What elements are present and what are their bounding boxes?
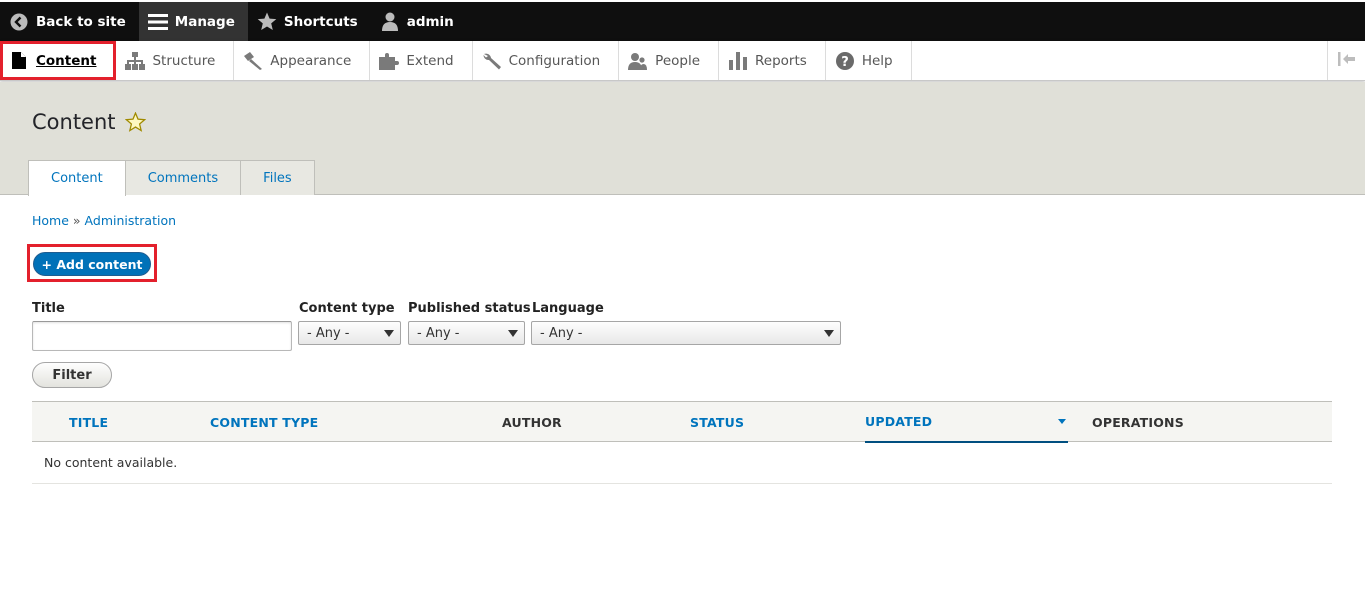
empty-table-message: No content available. xyxy=(44,455,178,470)
th-content-type[interactable]: CONTENT TYPE xyxy=(210,402,318,442)
manage-label: Manage xyxy=(174,13,235,30)
user-icon xyxy=(380,12,400,32)
table-row: No content available. xyxy=(32,442,1332,484)
sort-descending-icon xyxy=(1058,419,1066,424)
breadcrumb-separator: » xyxy=(72,213,81,228)
user-label: admin xyxy=(406,13,454,30)
tray-item-configuration[interactable]: Configuration xyxy=(473,41,620,80)
user-menu[interactable]: admin xyxy=(371,2,467,41)
breadcrumb-home[interactable]: Home xyxy=(32,213,69,228)
svg-text:?: ? xyxy=(841,55,849,70)
published-status-label: Published status xyxy=(408,301,531,316)
tray-item-reports[interactable]: Reports xyxy=(719,41,826,80)
table-header: TITLE CONTENT TYPE AUTHOR STATUS UPDATED… xyxy=(32,401,1332,443)
chevron-down-icon xyxy=(508,330,518,337)
tray-item-label: People xyxy=(655,52,701,69)
paintbrush-icon xyxy=(243,51,263,71)
th-author: AUTHOR xyxy=(502,414,562,430)
tray-item-label: Structure xyxy=(152,52,216,69)
primary-tabs: Content Comments Files xyxy=(28,160,315,196)
help-icon: ? xyxy=(835,51,855,71)
content-type-label: Content type xyxy=(299,301,395,316)
language-value: - Any - xyxy=(540,325,583,341)
tray-item-appearance[interactable]: Appearance xyxy=(234,41,371,80)
tray-item-label: Configuration xyxy=(508,52,601,69)
breadcrumb-administration[interactable]: Administration xyxy=(85,213,176,228)
chevron-left-circle-icon xyxy=(9,12,29,32)
filter-button[interactable]: Filter xyxy=(32,362,112,388)
puzzle-icon xyxy=(379,51,400,71)
breadcrumb: Home » Administration xyxy=(32,213,176,228)
page-title: Content xyxy=(32,110,146,134)
file-icon xyxy=(9,51,29,71)
th-title[interactable]: TITLE xyxy=(69,402,108,442)
wrench-icon xyxy=(482,51,502,71)
published-status-value: - Any - xyxy=(417,325,460,341)
shortcuts-menu[interactable]: Shortcuts xyxy=(248,2,371,41)
shortcuts-label: Shortcuts xyxy=(283,13,358,30)
tab-content[interactable]: Content xyxy=(28,160,126,196)
th-updated-label: UPDATED xyxy=(865,414,933,429)
collapse-left-icon xyxy=(1337,51,1356,70)
admin-tray: Content Structure Appearance Extend Conf… xyxy=(0,41,1365,81)
title-filter-input[interactable] xyxy=(32,321,292,351)
page-title-text: Content xyxy=(32,110,116,134)
manage-menu[interactable]: Manage xyxy=(138,2,248,41)
tray-item-label: Reports xyxy=(755,52,807,69)
chevron-down-icon xyxy=(384,330,394,337)
tray-item-structure[interactable]: Structure xyxy=(116,41,235,80)
tray-item-label: Help xyxy=(861,52,893,69)
tab-files[interactable]: Files xyxy=(240,160,315,195)
content-type-select[interactable]: - Any - xyxy=(298,321,401,345)
back-to-site-link[interactable]: Back to site xyxy=(0,2,139,41)
title-filter-label: Title xyxy=(32,301,65,316)
bar-chart-icon xyxy=(728,51,748,71)
hamburger-icon xyxy=(147,12,168,32)
tray-item-extend[interactable]: Extend xyxy=(370,41,473,80)
back-to-site-label: Back to site xyxy=(36,13,126,30)
sitemap-icon xyxy=(125,51,146,71)
th-operations: OPERATIONS xyxy=(1092,414,1184,430)
published-status-select[interactable]: - Any - xyxy=(408,321,525,345)
tray-item-label: Extend xyxy=(406,52,454,69)
tray-item-content[interactable]: Content xyxy=(0,41,117,80)
th-status[interactable]: STATUS xyxy=(690,402,744,442)
page-header: Content Content Comments Files xyxy=(0,82,1365,196)
people-icon xyxy=(628,51,648,71)
tray-item-people[interactable]: People xyxy=(619,41,720,80)
add-content-highlight: + Add content xyxy=(27,244,157,282)
tray-item-label: Appearance xyxy=(270,52,352,69)
content-type-value: - Any - xyxy=(307,325,350,341)
shortcut-star-icon[interactable] xyxy=(124,112,146,132)
tray-item-label: Content xyxy=(36,52,97,69)
tray-item-help[interactable]: ? Help xyxy=(826,41,912,80)
add-content-button[interactable]: + Add content xyxy=(33,252,151,276)
chevron-down-icon xyxy=(824,330,834,337)
tab-comments[interactable]: Comments xyxy=(124,160,242,195)
language-label: Language xyxy=(532,301,604,316)
language-select[interactable]: - Any - xyxy=(531,321,841,345)
star-icon xyxy=(257,12,277,32)
th-updated[interactable]: UPDATED xyxy=(865,402,1068,443)
tray-orientation-toggle[interactable] xyxy=(1327,41,1365,80)
admin-toolbar: Back to site Manage Shortcuts admin xyxy=(0,0,1365,41)
